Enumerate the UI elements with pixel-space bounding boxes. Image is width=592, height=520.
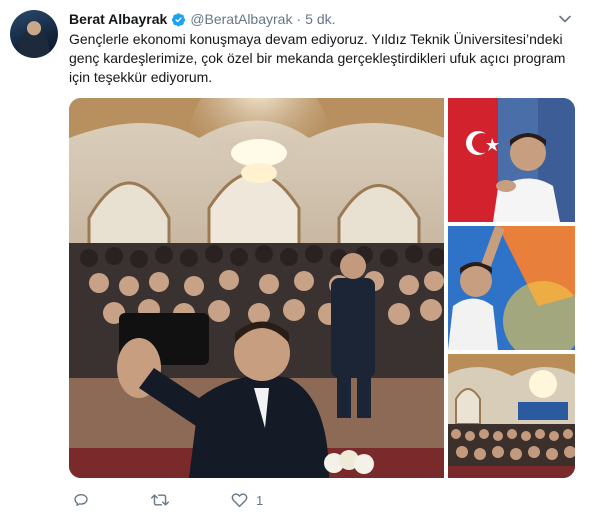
verified-badge-icon — [172, 12, 186, 26]
timestamp[interactable]: 5 dk. — [305, 11, 335, 27]
author-name[interactable]: Berat Albayrak — [69, 11, 167, 27]
photo-speaker-stage-image — [448, 226, 575, 350]
like-button[interactable]: 1 — [231, 490, 263, 510]
photo-hall-audience[interactable] — [448, 354, 575, 478]
photo-speaker-flag[interactable] — [448, 98, 575, 222]
retweet-icon — [151, 494, 169, 506]
photo-hall-audience-image — [448, 354, 575, 478]
tweet-header: Berat Albayrak @BeratAlbayrak · 5 dk. — [69, 9, 336, 29]
photo-speaker-stage[interactable] — [448, 226, 575, 350]
like-icon — [231, 493, 248, 508]
avatar[interactable] — [10, 10, 58, 58]
retweet-button[interactable] — [151, 490, 169, 510]
media-grid — [69, 98, 575, 478]
like-count: 1 — [256, 492, 264, 508]
reply-button[interactable] — [73, 490, 89, 510]
photo-selfie[interactable] — [69, 98, 444, 478]
tweet-text: Gençlerle ekonomi konuşmaya devam ediyor… — [69, 31, 566, 85]
tweet-actions: 1 — [69, 490, 574, 510]
photo-speaker-flag-image — [448, 98, 575, 222]
photo-selfie-image — [69, 98, 444, 478]
separator: · — [296, 11, 302, 27]
chevron-down-icon[interactable] — [558, 12, 572, 26]
tweet[interactable]: Berat Albayrak @BeratAlbayrak · 5 dk. Ge… — [0, 0, 592, 520]
author-handle[interactable]: @BeratAlbayrak — [190, 11, 292, 27]
reply-icon — [74, 494, 88, 506]
